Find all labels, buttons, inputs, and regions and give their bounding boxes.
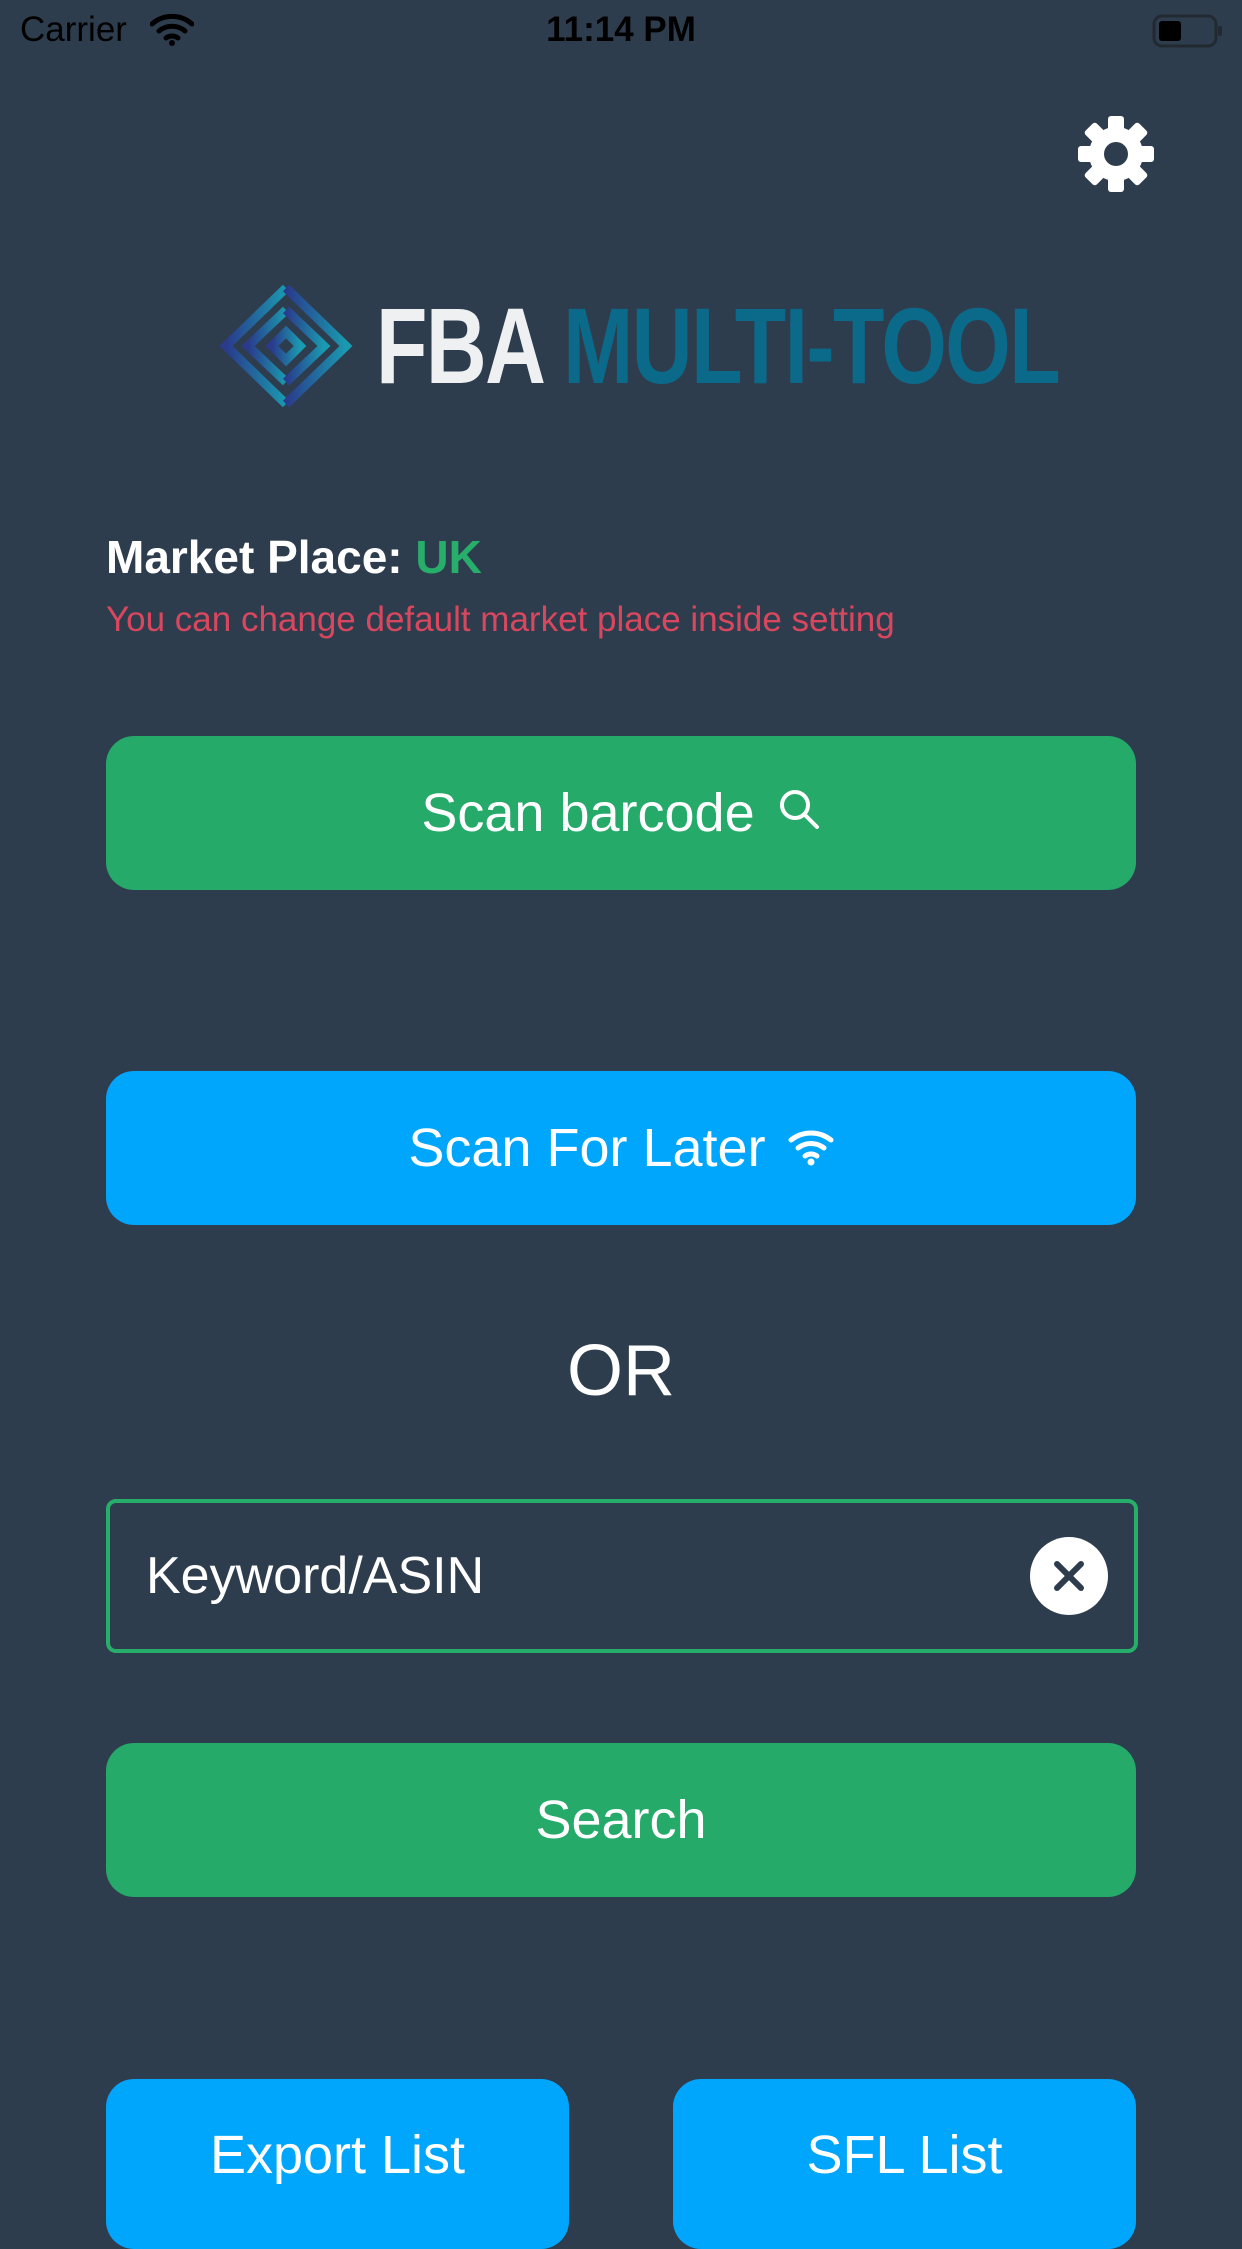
wifi-icon: [788, 1117, 834, 1179]
search-input[interactable]: [146, 1503, 1026, 1649]
app-logo: FBA MULTI-TOOL: [216, 284, 1061, 408]
scan-for-later-label: Scan For Later: [408, 1118, 766, 1178]
export-list-button[interactable]: Export List: [106, 2079, 569, 2249]
clock: 11:14 PM: [546, 10, 696, 49]
gear-icon: [1078, 116, 1154, 192]
search-field[interactable]: [106, 1499, 1138, 1653]
settings-button[interactable]: [1076, 114, 1156, 194]
battery-icon: [1152, 14, 1224, 53]
search-button-label: Search: [535, 1790, 707, 1850]
logo-mark-icon: [219, 284, 353, 408]
market-place-row: Market Place: UK: [106, 530, 482, 584]
search-icon: [777, 782, 821, 844]
export-list-label: Export List: [209, 2125, 466, 2185]
status-bar: Carrier 11:14 PM: [0, 0, 1242, 60]
clear-button[interactable]: [1030, 1537, 1108, 1615]
market-place-label: Market Place:: [106, 531, 403, 583]
logo-text-secondary: MULTI-TOOL: [563, 285, 1061, 406]
search-button[interactable]: Search: [106, 1743, 1136, 1897]
scan-for-later-button[interactable]: Scan For Later: [106, 1071, 1136, 1225]
sfl-list-label: SFL List: [806, 2125, 1003, 2185]
logo-text: FBA MULTI-TOOL: [376, 292, 1061, 400]
market-place-value: UK: [415, 531, 482, 583]
scan-barcode-button[interactable]: Scan barcode: [106, 736, 1136, 890]
sfl-list-button[interactable]: SFL List: [673, 2079, 1136, 2249]
logo-text-primary: FBA: [376, 285, 543, 406]
close-icon: [1054, 1561, 1084, 1591]
market-place-hint: You can change default market place insi…: [106, 600, 895, 639]
or-divider: OR: [567, 1331, 675, 1411]
scan-barcode-label: Scan barcode: [421, 783, 755, 843]
